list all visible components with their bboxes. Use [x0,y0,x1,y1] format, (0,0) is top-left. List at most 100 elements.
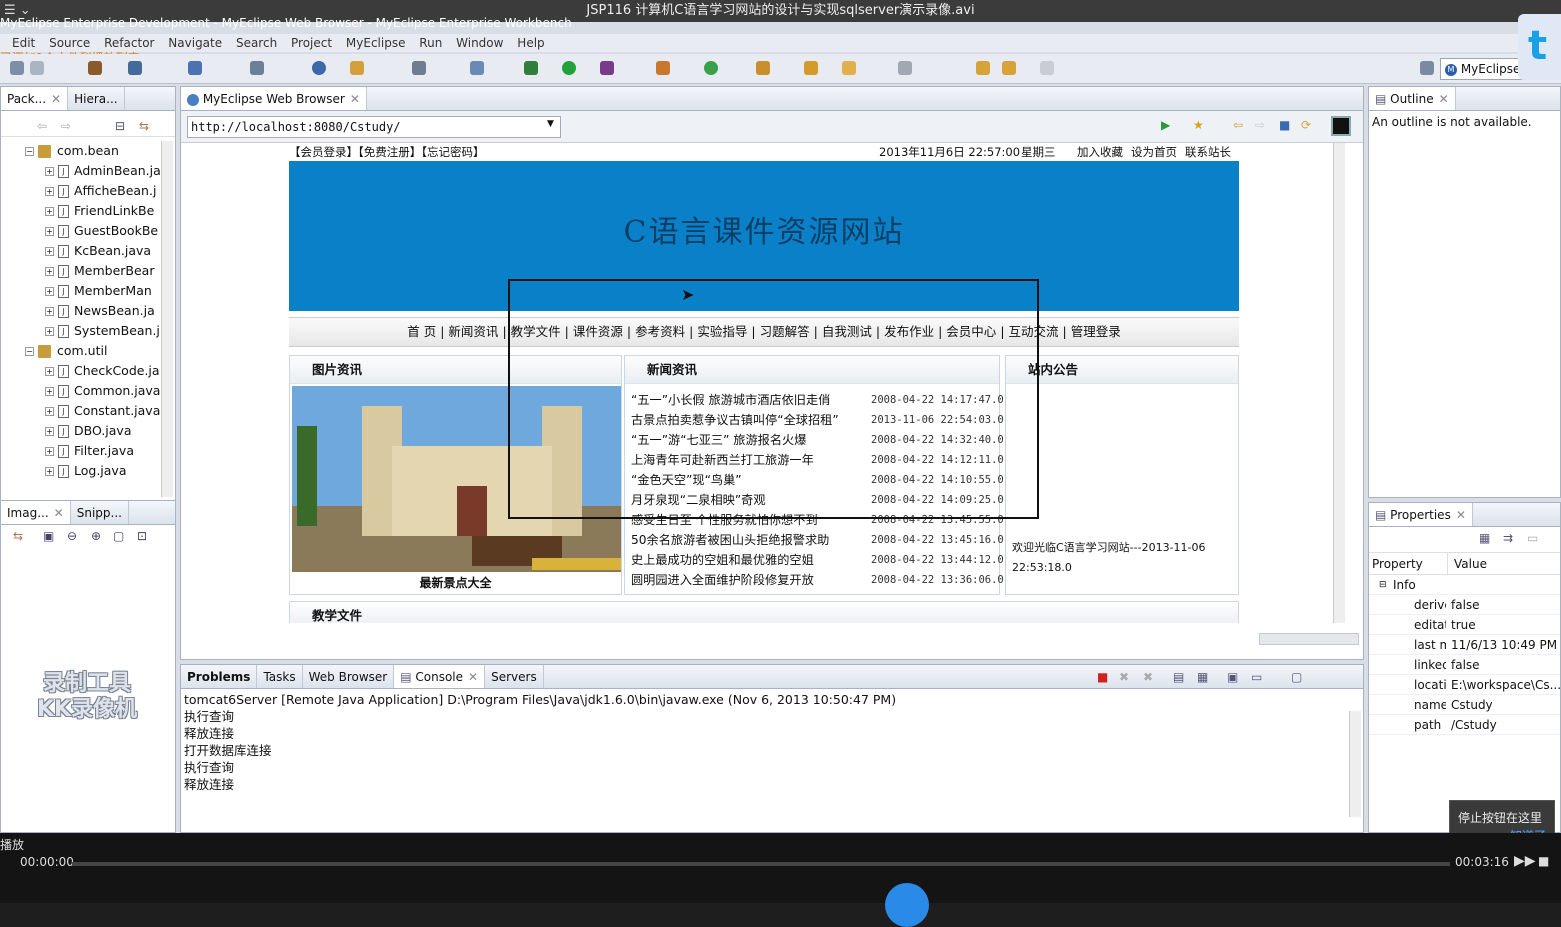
pause-button[interactable] [885,883,929,927]
news-item[interactable]: 圆明园进入全面维护阶段修复开放 2008-04-22 13:36:06.0 [625,570,1004,590]
stop-icon[interactable]: ■ [1538,854,1549,868]
nav-forward-icon[interactable]: ⇨ [61,119,71,133]
browser-back-icon[interactable]: ⇦ [1233,118,1243,132]
browser-forward-icon[interactable]: ⇨ [1255,118,1265,132]
tree-file[interactable]: + J CheckCode.ja [1,361,161,381]
close-icon[interactable]: ✕ [51,92,61,106]
property-row[interactable]: path/Cstudy [1369,715,1560,735]
tree-file[interactable]: + J KcBean.java [1,241,161,261]
remove-launch-icon[interactable]: ✖ [1119,665,1129,689]
value-column-header[interactable]: Value [1447,553,1487,575]
tab-image[interactable]: Imag... ✕ [1,501,71,524]
run-icon[interactable] [562,61,576,75]
property-row[interactable]: linked false [1369,655,1560,675]
tab-web-browser[interactable]: MyEclipse Web Browser ✕ [181,87,367,110]
expand-icon[interactable]: + [45,407,54,416]
close-icon[interactable]: ✕ [1456,508,1466,522]
categories-icon[interactable]: ▦ [1479,531,1490,545]
tree-file[interactable]: + J FriendLinkBe [1,201,161,221]
menu-project[interactable]: Project [291,36,332,50]
expand-icon[interactable]: + [45,307,54,316]
expand-icon[interactable]: + [45,427,54,436]
browser-refresh-icon[interactable]: ⟳ [1301,118,1311,132]
go-icon[interactable]: ▶ [1161,118,1170,132]
tree-file[interactable]: + J Filter.java [1,441,161,461]
tree-file[interactable]: + J Log.java [1,461,161,481]
set-homepage-link[interactable]: 设为首页 [1131,143,1177,161]
menu-refactor[interactable]: Refactor [104,36,154,50]
nav-back-icon[interactable]: ⇦ [37,119,47,133]
window-icon[interactable] [412,61,426,75]
filter-icon[interactable]: ⇉ [1503,531,1513,545]
menu-source[interactable]: Source [49,36,90,50]
display-console-icon[interactable]: ▭ [1251,665,1262,689]
property-row[interactable]: last m 11/6/13 10:49 PM [1369,635,1560,655]
tree-file[interactable]: + J SystemBean.j [1,321,161,341]
folder-icon[interactable] [842,61,856,75]
property-row[interactable]: derive false [1369,595,1560,615]
console-scrollbar[interactable] [1349,711,1361,817]
url-input[interactable]: http://localhost:8080/Cstudy/ [187,116,561,138]
expand-icon[interactable]: + [45,247,54,256]
expand-icon[interactable]: + [45,467,54,476]
menu-search[interactable]: Search [236,36,277,50]
bug-icon[interactable] [524,61,538,75]
expand-icon[interactable]: + [45,287,54,296]
tree-file[interactable]: + J Constant.java [1,401,161,421]
favorites-icon[interactable]: ★ [1193,118,1204,132]
tab-web-browser-view[interactable]: Web Browser [303,665,395,688]
collapse-icon[interactable]: ⊟ [1379,575,1387,595]
tab-console[interactable]: ▤ Console ✕ [394,665,486,688]
expand-icon[interactable]: + [45,167,54,176]
clear-console-icon[interactable]: ▤ [1173,665,1184,689]
tree-file[interactable]: + J MemberMan [1,281,161,301]
nav-link[interactable]: 管理登录 [1071,324,1121,339]
menu-myeclipse[interactable]: MyEclipse [346,36,406,50]
tree-package[interactable]: − com.util [1,341,161,361]
scroll-lock-icon[interactable]: ▦ [1197,665,1208,689]
globe-icon[interactable] [312,61,326,75]
close-icon[interactable]: ✕ [1439,92,1449,106]
deploy-icon[interactable] [188,61,202,75]
member-links[interactable]: 【会员登录】【免费注册】【忘记密码】 [289,143,485,161]
fit-icon[interactable]: ⊡ [137,529,147,543]
nav-link[interactable]: 新闻资讯 [448,324,498,339]
app-badge[interactable]: t [1518,14,1561,80]
expand-icon[interactable]: + [45,227,54,236]
browser-stop-icon[interactable]: ■ [1279,118,1290,132]
debug-icon[interactable] [128,61,142,75]
tree-file[interactable]: + J AdminBean.ja [1,161,161,181]
menu-window[interactable]: Window [456,36,503,50]
search-tool-icon[interactable] [804,61,818,75]
close-icon[interactable]: ✕ [54,506,64,520]
menu-edit[interactable]: Edit [12,36,35,50]
tree-file[interactable]: + J AfficheBean.j [1,181,161,201]
pin-console-icon[interactable]: ▣ [1227,665,1238,689]
zoom-in-icon[interactable]: ⊕ [91,529,101,543]
progress-bar[interactable] [72,862,1450,866]
collapse-all-icon[interactable]: ⊟ [115,119,125,133]
expand-icon[interactable]: + [45,207,54,216]
properties-group[interactable]: ⊟ Info [1369,575,1560,595]
notice-text[interactable]: 欢迎光临C语言学习网站---2013-11-06 22:53:18.0 [1012,538,1232,578]
tree-package[interactable]: − com.bean [1,141,161,161]
page-hscrollbar[interactable] [1259,633,1359,645]
package-icon[interactable] [88,61,102,75]
property-column-header[interactable]: Property [1372,553,1423,575]
expand-icon[interactable]: + [45,387,54,396]
open-type-icon[interactable] [756,61,770,75]
perspective-button[interactable]: M MyEclipse [1440,58,1526,80]
terminate-icon[interactable]: ■ [1097,665,1108,689]
photo-caption[interactable]: 最新景点大全 [290,574,621,591]
save-icon[interactable] [30,61,44,75]
news-title[interactable]: 50余名旅游者被困山头拒绝报警求助 [631,530,829,550]
new-icon[interactable] [10,61,24,75]
profile-icon[interactable] [600,61,614,75]
new-class-icon[interactable] [656,61,670,75]
news-item[interactable]: 50余名旅游者被困山头拒绝报警求助 2008-04-22 13:45:16.0 [625,530,1004,550]
menu-run[interactable]: Run [419,36,442,50]
contact-link[interactable]: 联系站长 [1185,143,1231,161]
remove-all-icon[interactable]: ✖ [1143,665,1153,689]
tree-file[interactable]: + J NewsBean.ja [1,301,161,321]
expand-icon[interactable]: + [45,447,54,456]
